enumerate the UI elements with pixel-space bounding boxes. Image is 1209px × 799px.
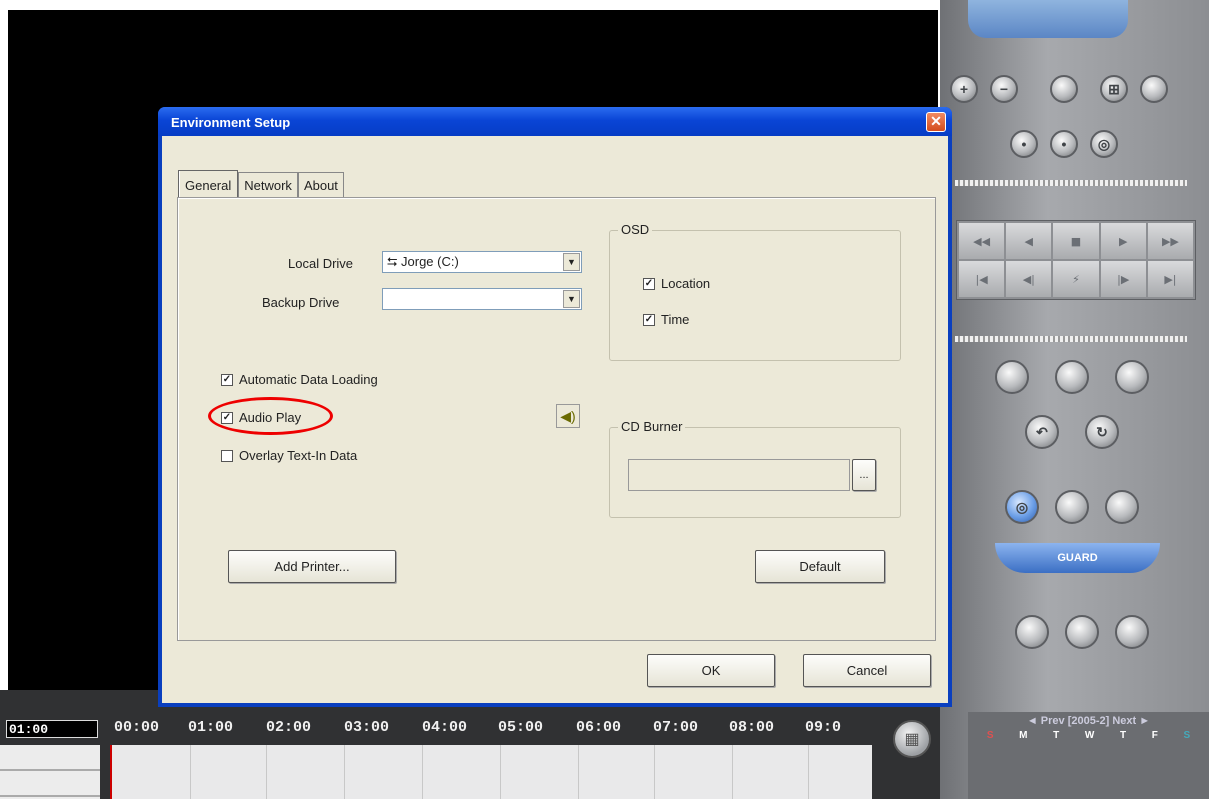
osd-group-title: OSD bbox=[618, 222, 653, 237]
panel-strip bbox=[955, 336, 1187, 342]
osd-time-checkbox[interactable]: ✓ Time bbox=[643, 312, 689, 327]
guard-button[interactable]: GUARD bbox=[995, 543, 1160, 573]
title-bar[interactable]: Environment Setup ✕ bbox=[158, 107, 952, 136]
panel-button[interactable] bbox=[1055, 490, 1089, 524]
calendar-weekdays: S M T W T F S bbox=[968, 730, 1209, 741]
local-drive-label: Local Drive bbox=[288, 256, 354, 271]
speaker-icon[interactable]: ◀) bbox=[556, 404, 580, 428]
calendar-header[interactable]: ◄ Prev [2005-2] Next ► bbox=[968, 712, 1209, 730]
panel-strip bbox=[955, 180, 1187, 186]
cd-burner-field[interactable] bbox=[628, 459, 850, 491]
panel-button[interactable]: ◎ bbox=[1005, 490, 1039, 524]
panel-button[interactable] bbox=[1115, 615, 1149, 649]
step-forward-button[interactable]: |▶ bbox=[1100, 261, 1146, 297]
chevron-down-icon[interactable]: ▼ bbox=[563, 290, 580, 308]
osd-location-checkbox[interactable]: ✓ Location bbox=[643, 276, 710, 291]
default-button[interactable]: Default bbox=[755, 550, 885, 583]
weekday-label: S bbox=[1183, 730, 1191, 741]
ok-button[interactable]: OK bbox=[647, 654, 775, 687]
checkbox-label: Time bbox=[661, 312, 690, 327]
checkbox-label: Audio Play bbox=[239, 410, 302, 425]
automatic-data-loading-checkbox[interactable]: ✓ Automatic Data Loading bbox=[221, 372, 378, 387]
guard-label: GUARD bbox=[1057, 552, 1098, 564]
zoom-in-button[interactable]: + bbox=[950, 75, 978, 103]
print-button[interactable] bbox=[1065, 615, 1099, 649]
step-back-button[interactable]: ◀| bbox=[1006, 261, 1052, 297]
osd-group: OSD bbox=[609, 222, 901, 361]
checkbox-box[interactable]: ✓ bbox=[221, 411, 233, 424]
panel-display bbox=[968, 0, 1128, 38]
panel-button[interactable] bbox=[1140, 75, 1168, 103]
current-time: 01:00 bbox=[6, 720, 98, 738]
cd-burner-group-title: CD Burner bbox=[618, 419, 686, 434]
zoom-out-button[interactable]: − bbox=[990, 75, 1018, 103]
calendar-icon[interactable]: ▦ bbox=[893, 720, 931, 758]
grid-view-button[interactable]: ⊞ bbox=[1100, 75, 1128, 103]
local-drive-value: ⮀ Jorge (C:) bbox=[387, 254, 459, 269]
checkbox-label: Overlay Text-In Data bbox=[239, 448, 358, 463]
panel-button[interactable]: • bbox=[1050, 130, 1078, 158]
fast-rewind-button[interactable]: ◀◀ bbox=[959, 223, 1005, 259]
calendar: ◄ Prev [2005-2] Next ► S M T W T F S bbox=[968, 712, 1209, 799]
panel-button[interactable]: • bbox=[1010, 130, 1038, 158]
checkbox-box[interactable] bbox=[221, 449, 233, 462]
timeline-hour: 07:00 bbox=[653, 719, 699, 736]
skip-end-button[interactable]: ▶| bbox=[1147, 261, 1193, 297]
timeline-hour: 00:00 bbox=[114, 719, 160, 736]
weekday-label: M bbox=[1019, 730, 1028, 741]
refresh-button[interactable]: ↻ bbox=[1085, 415, 1119, 449]
timeline-hour: 02:00 bbox=[266, 719, 312, 736]
checkbox-box[interactable]: ✓ bbox=[221, 373, 233, 386]
panel-button[interactable] bbox=[1055, 360, 1089, 394]
timeline-hour: 08:00 bbox=[729, 719, 775, 736]
timeline-hour: 01:00 bbox=[188, 719, 234, 736]
weekday-label: T bbox=[1119, 730, 1127, 741]
timeline-channel-list bbox=[0, 745, 100, 799]
checkbox-box[interactable]: ✓ bbox=[643, 313, 655, 326]
panel-button[interactable] bbox=[1015, 615, 1049, 649]
timeline-grid[interactable] bbox=[110, 745, 872, 799]
close-icon[interactable]: ✕ bbox=[926, 112, 946, 132]
fast-forward-button[interactable]: ▶▶ bbox=[1147, 223, 1193, 259]
timeline-hour: 06:00 bbox=[576, 719, 622, 736]
transport-controls: ◀◀ ◀ ■ ▶ ▶▶ |◀ ◀| ⚡ |▶ ▶| bbox=[956, 220, 1196, 300]
panel-button[interactable] bbox=[1115, 360, 1149, 394]
timeline-hour: 03:00 bbox=[344, 719, 390, 736]
weekday-label: F bbox=[1151, 730, 1158, 741]
play-button[interactable]: ▶ bbox=[1100, 223, 1146, 259]
timeline-hour: 04:00 bbox=[422, 719, 468, 736]
skip-start-button[interactable]: |◀ bbox=[959, 261, 1005, 297]
weekday-label: W bbox=[1084, 730, 1095, 741]
panel-button[interactable] bbox=[995, 360, 1029, 394]
checkbox-label: Location bbox=[661, 276, 711, 291]
backup-drive-select[interactable]: ▼ bbox=[382, 288, 582, 310]
panel-button[interactable] bbox=[1050, 75, 1078, 103]
backup-drive-label: Backup Drive bbox=[262, 295, 340, 310]
control-panel: + − ⊞ • • ◎ ◀◀ ◀ ■ ▶ ▶▶ |◀ ◀| ⚡ |▶ ▶| ↶ … bbox=[940, 0, 1209, 799]
run-icon[interactable]: ⚡ bbox=[1053, 261, 1099, 297]
checkbox-label: Automatic Data Loading bbox=[239, 372, 378, 387]
undo-button[interactable]: ↶ bbox=[1025, 415, 1059, 449]
add-printer-button[interactable]: Add Printer... bbox=[228, 550, 396, 583]
overlay-text-in-data-checkbox[interactable]: Overlay Text-In Data bbox=[221, 448, 357, 463]
checkbox-box[interactable]: ✓ bbox=[643, 277, 655, 290]
chevron-down-icon[interactable]: ▼ bbox=[563, 253, 580, 271]
dialog-title: Environment Setup bbox=[171, 115, 291, 130]
tab-general[interactable]: General bbox=[178, 170, 239, 199]
local-drive-select[interactable]: ⮀ Jorge (C:) ▼ bbox=[382, 251, 582, 273]
weekday-label: S bbox=[986, 730, 994, 741]
rewind-button[interactable]: ◀ bbox=[1006, 223, 1052, 259]
timeline-hour: 05:00 bbox=[498, 719, 544, 736]
panel-button[interactable]: ◎ bbox=[1090, 130, 1118, 158]
stop-button[interactable]: ■ bbox=[1053, 223, 1099, 259]
timeline-hour: 09:0 bbox=[805, 719, 842, 736]
weekday-label: T bbox=[1053, 730, 1060, 741]
panel-button[interactable] bbox=[1105, 490, 1139, 524]
audio-play-checkbox[interactable]: ✓ Audio Play bbox=[221, 410, 301, 425]
cd-burner-browse-button[interactable]: ... bbox=[852, 459, 876, 491]
cancel-button[interactable]: Cancel bbox=[803, 654, 931, 687]
